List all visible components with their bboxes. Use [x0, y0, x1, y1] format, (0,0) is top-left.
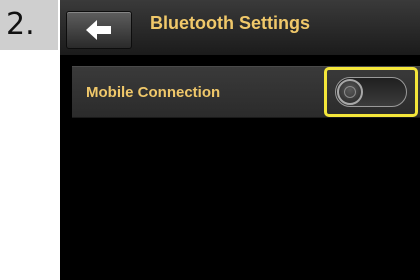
- screen-title: Bluetooth Settings: [150, 13, 310, 33]
- step-number: 2.: [0, 0, 58, 50]
- setting-label: Mobile Connection: [86, 84, 221, 101]
- back-button[interactable]: [66, 11, 132, 49]
- top-bar: Bluetooth Settings: [60, 0, 420, 55]
- setting-row-mobile-connection[interactable]: Mobile Connection: [72, 66, 420, 118]
- arrow-left-icon: [86, 20, 112, 40]
- toggle-knob: [337, 79, 363, 105]
- device-screen: Bluetooth Settings Mobile Connection: [60, 0, 420, 280]
- mobile-connection-toggle[interactable]: [335, 77, 407, 107]
